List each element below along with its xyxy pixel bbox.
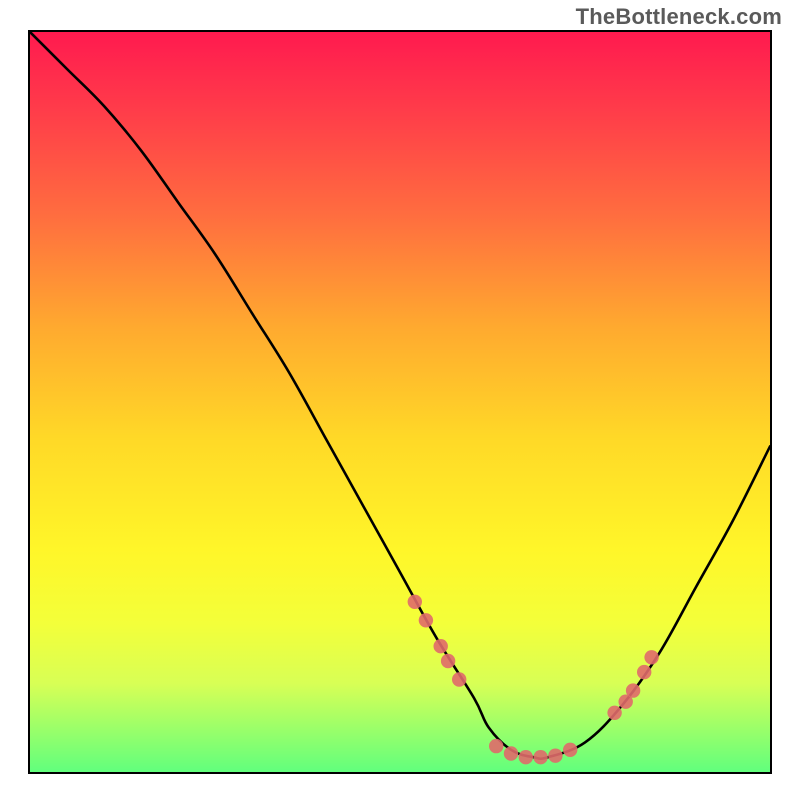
data-point — [626, 683, 640, 697]
data-point — [408, 595, 422, 609]
data-point — [419, 613, 433, 627]
data-point — [533, 750, 547, 764]
bottleneck-curve — [30, 32, 770, 759]
watermark-text: TheBottleneck.com — [576, 4, 782, 30]
data-point — [563, 743, 577, 757]
plot-area — [28, 30, 772, 774]
data-point — [607, 706, 621, 720]
data-point — [519, 750, 533, 764]
data-point — [441, 654, 455, 668]
chart-svg — [30, 32, 770, 772]
data-point — [644, 650, 658, 664]
data-point — [548, 749, 562, 763]
data-point — [434, 639, 448, 653]
data-point — [489, 739, 503, 753]
data-point — [637, 665, 651, 679]
data-point — [452, 672, 466, 686]
chart-container: TheBottleneck.com — [0, 0, 800, 800]
scatter-points — [408, 595, 659, 765]
data-point — [504, 746, 518, 760]
